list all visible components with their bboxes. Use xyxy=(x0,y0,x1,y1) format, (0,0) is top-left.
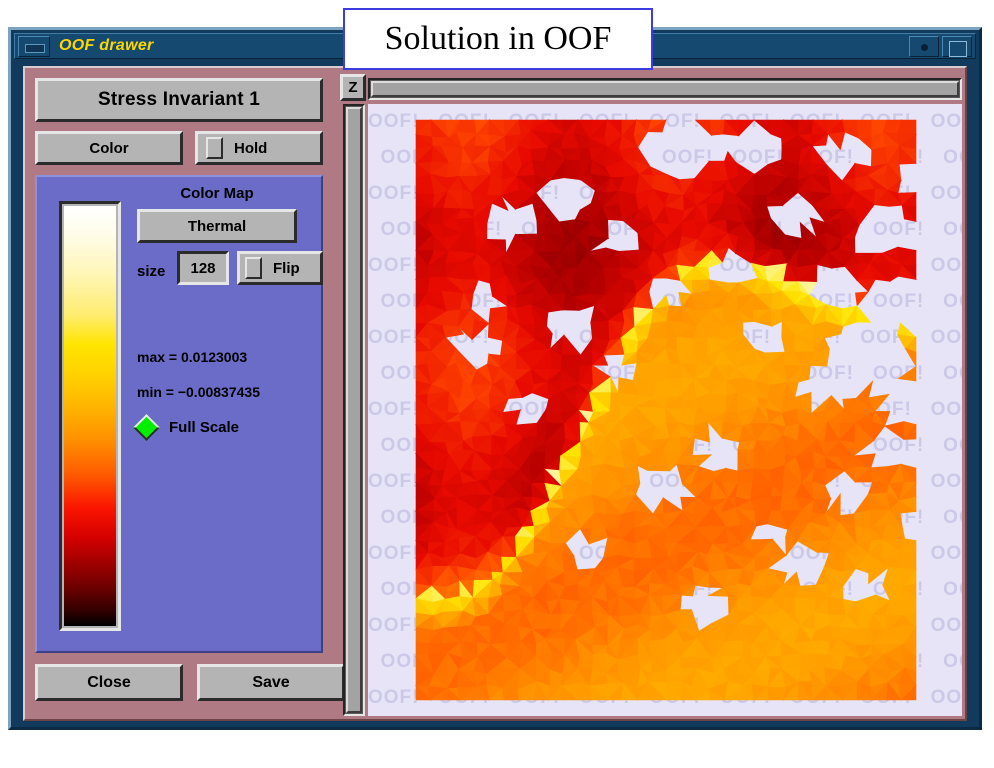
colormap-label: Color Map xyxy=(180,185,254,202)
window-title: OOF drawer xyxy=(59,37,154,54)
caption-text: Solution in OOF xyxy=(384,20,612,57)
full-scale-toggle[interactable]: Full Scale xyxy=(133,414,240,441)
max-value-text: max = 0.0123003 xyxy=(137,349,248,365)
caption-overlay: Solution in OOF xyxy=(343,8,653,70)
flip-label: Flip xyxy=(273,259,300,277)
window-iconify-icon[interactable] xyxy=(909,36,939,57)
colorbar-gradient xyxy=(64,206,116,626)
size-input[interactable]: 128 xyxy=(177,251,229,285)
full-scale-label: Full Scale xyxy=(169,419,240,436)
mesh-canvas[interactable]: OOF! OOF! OOF! OOF! OOF! OOF! OOF! OOF! … xyxy=(368,104,962,716)
canvas-area: Z OOF! OOF! OOF! OOF! OOF! OOF! OOF! OOF… xyxy=(340,74,962,717)
flip-checkbox[interactable]: Flip xyxy=(237,251,323,285)
color-button[interactable]: Color xyxy=(35,131,183,165)
finite-element-mesh xyxy=(414,118,917,702)
horizontal-scrollbar-thumb[interactable] xyxy=(371,81,959,97)
window-client-area: Stress Invariant 1 Color Hold Color Map … xyxy=(23,66,967,721)
save-button[interactable]: Save xyxy=(197,664,345,701)
zoom-button[interactable]: Z xyxy=(340,74,366,101)
checkbox-indicator-icon xyxy=(206,137,223,159)
quantity-button[interactable]: Stress Invariant 1 xyxy=(35,78,323,122)
close-button[interactable]: Close xyxy=(35,664,183,701)
size-label: size xyxy=(137,263,166,280)
hold-checkbox[interactable]: Hold xyxy=(195,131,323,165)
min-value-text: min = −0.00837435 xyxy=(137,384,260,400)
hold-label: Hold xyxy=(234,139,268,157)
checkbox-indicator-icon xyxy=(245,257,262,279)
colorbar-frame xyxy=(59,201,121,631)
window-minimize-icon[interactable] xyxy=(18,36,50,57)
window-maximize-icon[interactable] xyxy=(942,36,972,57)
colormap-panel: Color Map Thermal size 128 Flip max = 0.… xyxy=(35,175,323,653)
colormap-option-menu[interactable]: Thermal xyxy=(137,209,297,243)
vertical-scrollbar[interactable] xyxy=(343,104,365,716)
oof-drawer-window: OOF drawer Stress Invariant 1 Color Hold… xyxy=(8,27,982,730)
diamond-toggle-icon xyxy=(133,414,160,441)
horizontal-scrollbar[interactable] xyxy=(368,78,962,100)
vertical-scrollbar-thumb[interactable] xyxy=(346,107,362,713)
